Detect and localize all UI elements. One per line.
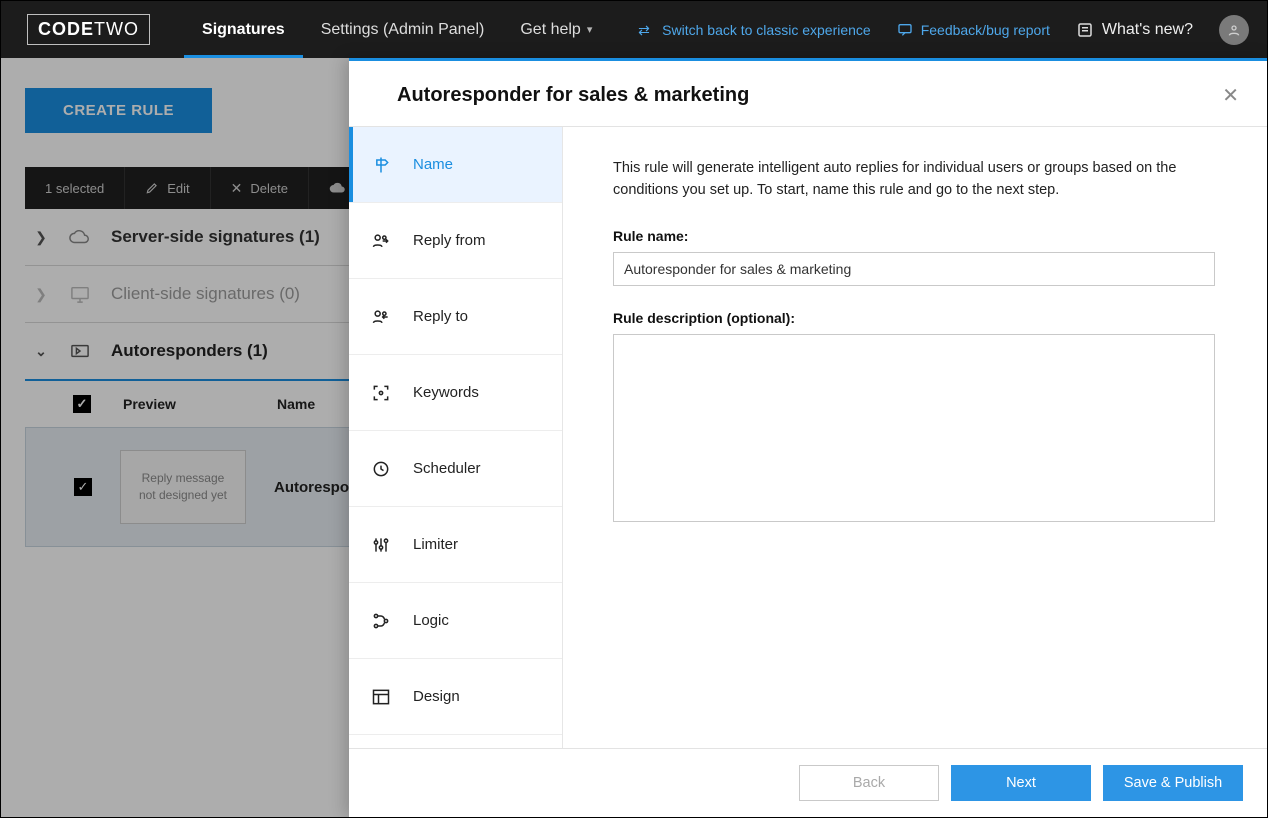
tab-label: Settings (Admin Panel) <box>321 21 485 39</box>
avatar[interactable] <box>1219 15 1249 45</box>
link-label: What's new? <box>1102 21 1193 39</box>
intro-text: This rule will generate intelligent auto… <box>613 157 1193 202</box>
logo-bold: CODE <box>38 19 94 39</box>
topbar: CODETWO Signatures Settings (Admin Panel… <box>1 1 1267 58</box>
step-name[interactable]: Name <box>349 127 562 203</box>
step-label: Reply from <box>413 232 486 249</box>
scan-icon <box>371 383 391 403</box>
panel-header: Autoresponder for sales & marketing ✕ <box>349 61 1267 127</box>
wizard-steps: Name Reply from Reply to Keywords Schedu… <box>349 127 563 748</box>
switch-classic-link[interactable]: ⇄ Switch back to classic experience <box>638 22 871 38</box>
layout-icon <box>371 687 391 707</box>
back-button[interactable]: Back <box>799 765 939 801</box>
step-design[interactable]: Design <box>349 659 562 735</box>
next-button[interactable]: Next <box>951 765 1091 801</box>
save-publish-button[interactable]: Save & Publish <box>1103 765 1243 801</box>
logo-light: TWO <box>94 19 139 39</box>
chevron-down-icon: ▾ <box>587 23 593 36</box>
tab-help[interactable]: Get help ▾ <box>502 1 610 58</box>
rule-editor-panel: Autoresponder for sales & marketing ✕ Na… <box>349 58 1267 817</box>
step-reply-to[interactable]: Reply to <box>349 279 562 355</box>
nav-tabs: Signatures Settings (Admin Panel) Get he… <box>184 1 610 58</box>
rule-desc-label: Rule description (optional): <box>613 310 1217 326</box>
chat-icon <box>897 22 913 38</box>
tab-label: Signatures <box>202 21 285 39</box>
panel-content: This rule will generate intelligent auto… <box>563 127 1267 748</box>
logo: CODETWO <box>27 14 150 45</box>
panel-footer: Back Next Save & Publish <box>349 748 1267 817</box>
step-reply-from[interactable]: Reply from <box>349 203 562 279</box>
step-keywords[interactable]: Keywords <box>349 355 562 431</box>
step-label: Keywords <box>413 384 479 401</box>
user-icon <box>1226 22 1242 38</box>
tab-label: Get help <box>520 21 580 39</box>
feedback-link[interactable]: Feedback/bug report <box>897 22 1050 38</box>
link-label: Switch back to classic experience <box>662 22 871 38</box>
step-label: Reply to <box>413 308 468 325</box>
step-label: Name <box>413 156 453 173</box>
panel-title: Autoresponder for sales & marketing <box>397 84 749 107</box>
step-label: Limiter <box>413 536 458 553</box>
tab-signatures[interactable]: Signatures <box>184 1 303 58</box>
rule-desc-input[interactable] <box>613 334 1215 522</box>
step-limiter[interactable]: Limiter <box>349 507 562 583</box>
whats-new-link[interactable]: What's new? <box>1076 21 1193 39</box>
rule-name-input[interactable] <box>613 252 1215 286</box>
step-label: Logic <box>413 612 449 629</box>
tab-settings[interactable]: Settings (Admin Panel) <box>303 1 503 58</box>
rule-name-label: Rule name: <box>613 228 1217 244</box>
signpost-icon <box>371 155 391 175</box>
clock-icon <box>371 459 391 479</box>
close-icon[interactable]: ✕ <box>1218 79 1243 112</box>
flow-icon <box>371 611 391 631</box>
people-to-icon <box>371 307 391 327</box>
step-scheduler[interactable]: Scheduler <box>349 431 562 507</box>
news-icon <box>1076 21 1094 39</box>
people-from-icon <box>371 231 391 251</box>
slider-icon <box>371 535 391 555</box>
nav-right: ⇄ Switch back to classic experience Feed… <box>638 15 1249 45</box>
step-label: Scheduler <box>413 460 481 477</box>
swap-icon: ⇄ <box>638 22 654 38</box>
step-label: Design <box>413 688 460 705</box>
step-logic[interactable]: Logic <box>349 583 562 659</box>
link-label: Feedback/bug report <box>921 22 1050 38</box>
